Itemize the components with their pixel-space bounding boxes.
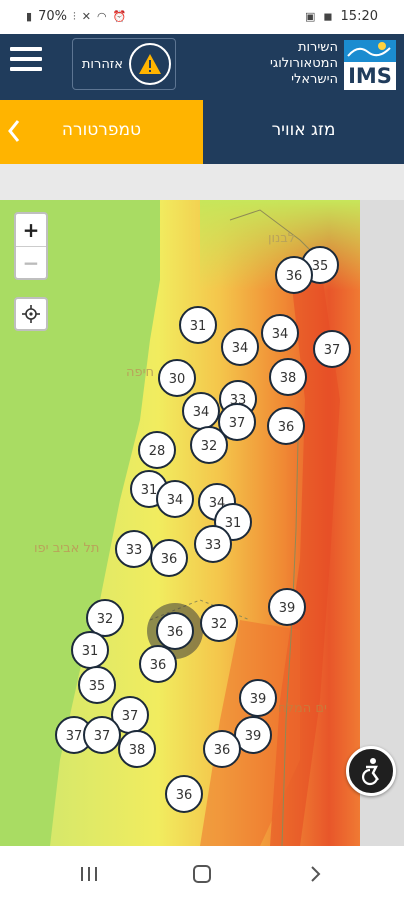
temperature-marker[interactable]: 34 [261,314,299,352]
temperature-value: 35 [312,259,329,274]
tab-temperature[interactable]: טמפרטורה [0,100,203,164]
temperature-marker[interactable]: 36 [165,775,203,813]
mute-icon: ✕ [81,9,91,23]
temperature-value: 39 [279,601,296,616]
signal-icon: ⫶ [72,9,76,23]
locate-button[interactable] [14,297,48,331]
temperature-value: 34 [232,341,249,356]
toolbar-strip [0,164,404,200]
temperature-value: 35 [89,679,106,694]
temperature-marker[interactable]: 32 [200,604,238,642]
temperature-marker[interactable]: 39 [268,588,306,626]
back-icon[interactable] [300,862,330,886]
temperature-marker[interactable]: 33 [115,530,153,568]
heatmap: לבנון חיפה תל אביב יפו ים המלח 35 36 31 34 3… [0,200,360,846]
home-icon[interactable] [187,862,217,886]
temperature-marker[interactable]: 31 [179,306,217,344]
temperature-marker[interactable]: 36 [267,407,305,445]
temperature-value: 33 [126,543,143,558]
temperature-marker[interactable]: 35 [78,666,116,704]
temperature-marker[interactable]: 30 [158,359,196,397]
place-label-tel-aviv: תל אביב יפו [34,541,99,556]
wifi-icon: ◠ [96,9,107,23]
temperature-value: 28 [149,444,166,459]
temperature-value: 37 [229,416,246,431]
temperature-marker[interactable]: 32 [190,426,228,464]
temperature-value: 36 [161,552,178,567]
temperature-marker[interactable]: 32 [86,599,124,637]
temperature-value: 37 [66,729,83,744]
battery-percent: 70% [38,9,67,24]
temperature-marker[interactable]: 34 [221,328,259,366]
zoom-in-button[interactable]: + [16,214,46,246]
zoom-out-button[interactable]: − [16,246,46,278]
zoom-control: + − [14,212,48,280]
app-header: אזהרות השירות המטאורולוגי הישראלי IMS [0,34,404,100]
tab-weather[interactable]: מזג אוויר [203,100,404,164]
accessibility-button[interactable] [346,746,396,796]
temperature-marker[interactable]: 39 [239,679,277,717]
temperature-value: 39 [250,692,267,707]
menu-icon[interactable] [10,47,42,79]
temperature-value: 33 [205,538,222,553]
temperature-value: 34 [167,493,184,508]
locate-icon [22,305,40,323]
temperature-map[interactable]: לבנון חיפה תל אביב יפו ים המלח 35 36 31 34 3… [0,200,360,846]
brand-name: השירות המטאורולוגי הישראלי [269,40,338,87]
temperature-marker[interactable]: 28 [138,431,176,469]
recent-apps-icon[interactable] [74,862,104,886]
image-notification-icon: ▣ [304,9,316,23]
temperature-marker[interactable]: 38 [269,358,307,396]
temperature-value: 30 [169,372,186,387]
status-bar: ▮ 70% ⫶ ✕ ◠ ⏰ ▣ ◼ 15:20 [0,0,404,34]
temperature-value: 31 [190,319,207,334]
temperature-value: 38 [129,743,146,758]
temperature-value: 36 [150,658,167,673]
temperature-value: 36 [278,420,295,435]
temperature-value: 31 [141,483,158,498]
temperature-marker[interactable]: 36 [203,730,241,768]
brand: השירות המטאורולוגי הישראלי IMS [270,40,396,90]
temperature-value: 37 [94,729,111,744]
place-label-dead-sea: ים המלח [278,701,327,716]
temperature-value: 36 [176,788,193,803]
alerts-button[interactable]: אזהרות [72,38,176,90]
temperature-marker[interactable]: 37 [83,716,121,754]
temperature-marker[interactable]: 34 [182,392,220,430]
temperature-value: 36 [167,625,184,640]
warning-icon [129,43,171,85]
temperature-value: 37 [122,709,139,724]
temperature-value: 36 [286,269,303,284]
temperature-marker[interactable]: 36 [275,256,313,294]
temperature-value: 31 [225,516,242,531]
temperature-marker[interactable]: 34 [156,480,194,518]
accessibility-icon [361,758,379,786]
alerts-label: אזהרות [81,56,123,72]
place-label-haifa: חיפה [126,365,154,380]
temperature-value: 31 [82,644,99,659]
temperature-value: 36 [214,743,231,758]
temperature-value: 32 [97,612,114,627]
tabs: טמפרטורה מזג אוויר [0,100,404,164]
temperature-marker[interactable]: 33 [194,525,232,563]
temperature-value: 39 [245,729,262,744]
android-nav-bar [0,846,404,900]
temperature-value: 34 [193,405,210,420]
temperature-marker[interactable]: 36 [150,539,188,577]
temperature-value: 32 [201,439,218,454]
notification-icon: ◼ [323,9,333,23]
alarm-icon: ⏰ [112,9,127,23]
clock: 15:20 [340,9,378,24]
temperature-marker[interactable]: 37 [313,330,351,368]
temperature-marker[interactable]: 31 [71,631,109,669]
temperature-value: 38 [280,371,297,386]
temperature-value: 32 [211,617,228,632]
place-label-lebanon: לבנון [268,231,295,246]
temperature-value: 37 [324,343,341,358]
temperature-marker[interactable]: 38 [118,730,156,768]
temperature-value: 34 [272,327,289,342]
ims-logo: IMS [344,40,396,90]
temperature-marker[interactable]: 36 [139,645,177,683]
battery-icon: ▮ [26,9,33,23]
